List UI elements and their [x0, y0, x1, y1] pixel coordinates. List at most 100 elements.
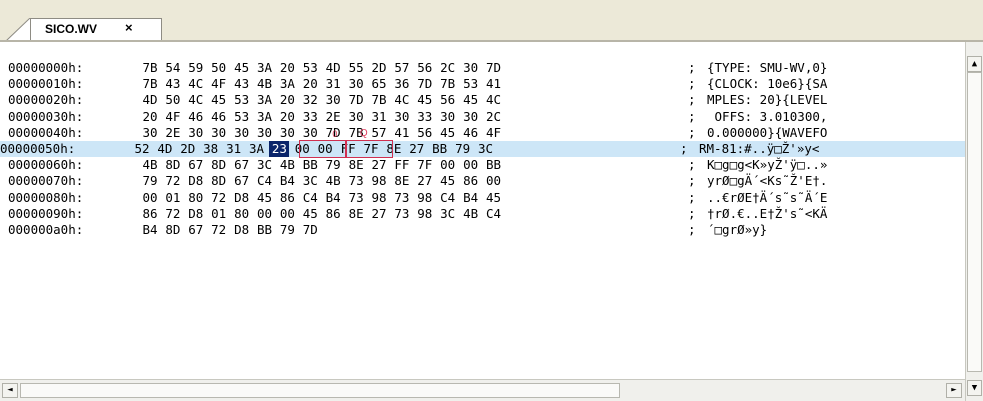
hex-byte[interactable]: 72: [163, 206, 183, 222]
hex-byte[interactable]: 3C: [476, 141, 496, 157]
hex-byte[interactable]: 3A: [255, 60, 275, 76]
hex-byte[interactable]: 53: [300, 60, 320, 76]
hex-byte[interactable]: 45: [461, 92, 481, 108]
hex-byte[interactable]: 86: [323, 206, 343, 222]
hex-byte[interactable]: 59: [186, 60, 206, 76]
hex-byte[interactable]: B4: [323, 190, 343, 206]
hex-byte[interactable]: D8: [232, 190, 252, 206]
ascii-text[interactable]: ´□grØ»y}: [707, 222, 767, 238]
hex-byte[interactable]: 2C: [438, 60, 458, 76]
hex-byte[interactable]: 8E: [346, 206, 366, 222]
ascii-text[interactable]: †rØ.€..E†Ž's˜<KÄ: [707, 206, 827, 222]
hex-byte[interactable]: 30: [346, 109, 366, 125]
hex-byte[interactable]: B4: [461, 190, 481, 206]
hex-byte[interactable]: 4F: [209, 76, 229, 92]
hex-byte[interactable]: 2D: [178, 141, 198, 157]
hex-byte[interactable]: 45: [209, 92, 229, 108]
hex-byte[interactable]: 4C: [484, 92, 504, 108]
hex-row[interactable]: 00000070h: 79 72 D8 8D 67 C4 B4 3C 4B 73 98 8E 27 45 86…: [8, 173, 965, 189]
hex-byte[interactable]: 2D: [369, 60, 389, 76]
hex-byte[interactable]: 30: [461, 109, 481, 125]
hex-byte[interactable]: 4B: [277, 157, 297, 173]
hex-byte[interactable]: BB: [255, 222, 275, 238]
scroll-right-button[interactable]: ►: [946, 383, 962, 398]
hex-byte[interactable]: 30: [346, 76, 366, 92]
hex-row[interactable]: 00000080h: 00 01 80 72 D8 45 86 C4 B4 73 98 73 98 C4 B4…: [8, 190, 965, 206]
hex-byte[interactable]: 00: [461, 157, 481, 173]
hex-byte[interactable]: 2C: [484, 109, 504, 125]
ascii-text[interactable]: OFFS: 3.010300,: [707, 109, 828, 125]
hex-row[interactable]: 00000000h: 7B 54 59 50 45 3A 20 53 4D 55 2D 57 56 2C 30…: [8, 60, 965, 76]
hex-byte[interactable]: 52: [132, 141, 152, 157]
hex-byte[interactable]: 57: [392, 60, 412, 76]
hex-byte[interactable]: 38: [201, 141, 221, 157]
hex-byte[interactable]: 7D: [300, 222, 320, 238]
hex-byte[interactable]: 7D: [415, 76, 435, 92]
ascii-text[interactable]: K□g□g<K»yŽ'ÿ□..»: [707, 157, 827, 173]
hex-byte[interactable]: 8D: [163, 222, 183, 238]
hex-byte[interactable]: 46: [186, 109, 206, 125]
hex-byte[interactable]: BB: [430, 141, 450, 157]
hex-byte[interactable]: 7B: [140, 60, 160, 76]
hex-byte[interactable]: 53: [461, 76, 481, 92]
hex-byte[interactable]: 86: [461, 173, 481, 189]
hex-byte[interactable]: 3A: [255, 92, 275, 108]
hex-byte[interactable]: 8E: [384, 141, 404, 157]
hex-byte[interactable]: 56: [415, 60, 435, 76]
hex-byte[interactable]: 67: [186, 222, 206, 238]
hex-byte[interactable]: 4D: [140, 92, 160, 108]
hex-byte[interactable]: 57: [369, 125, 389, 141]
hex-byte[interactable]: 20: [300, 76, 320, 92]
hex-byte[interactable]: 00: [140, 190, 160, 206]
hex-editor-view[interactable]: 00000000h: 7B 54 59 50 45 3A 20 53 4D 55 2D 57 56 2C 30…: [0, 42, 965, 379]
hex-byte[interactable]: 56: [438, 92, 458, 108]
hex-byte[interactable]: 72: [209, 190, 229, 206]
hex-byte[interactable]: 2E: [163, 125, 183, 141]
file-tab[interactable]: SICO.WV ×: [30, 18, 162, 41]
hex-byte[interactable]: 79: [140, 173, 160, 189]
hex-byte[interactable]: 53: [232, 92, 252, 108]
hex-row[interactable]: 00000030h: 20 4F 46 46 53 3A 20 33 2E 30 31 30 33 30 30…: [8, 109, 965, 125]
hex-byte[interactable]: 72: [163, 173, 183, 189]
hex-byte[interactable]: 45: [438, 125, 458, 141]
hex-byte[interactable]: 79: [453, 141, 473, 157]
hex-byte[interactable]: 33: [415, 109, 435, 125]
hex-byte[interactable]: 3A: [247, 141, 267, 157]
ascii-text[interactable]: 0.000000}{WAVEFO: [707, 125, 827, 141]
hex-byte[interactable]: 20: [140, 109, 160, 125]
hex-byte[interactable]: 46: [461, 125, 481, 141]
hex-byte[interactable]: 01: [163, 190, 183, 206]
hex-byte[interactable]: 30: [209, 125, 229, 141]
hex-byte[interactable]: 20: [277, 109, 297, 125]
hex-byte[interactable]: 7D: [346, 92, 366, 108]
hex-byte[interactable]: 53: [232, 109, 252, 125]
hex-byte[interactable]: FF: [338, 141, 358, 157]
hex-byte[interactable]: 73: [346, 173, 366, 189]
hex-byte[interactable]: 98: [415, 190, 435, 206]
hex-byte[interactable]: 67: [232, 173, 252, 189]
hex-byte[interactable]: 72: [209, 222, 229, 238]
hex-byte[interactable]: 4B: [255, 76, 275, 92]
hex-byte[interactable]: 80: [186, 190, 206, 206]
hex-byte[interactable]: 32: [300, 92, 320, 108]
vertical-scrollbar[interactable]: ▲ ▼: [965, 42, 983, 401]
hex-byte[interactable]: 4C: [392, 92, 412, 108]
hex-byte[interactable]: 73: [392, 206, 412, 222]
hex-byte[interactable]: 73: [392, 190, 412, 206]
hex-byte[interactable]: 55: [346, 60, 366, 76]
hex-byte[interactable]: 43: [163, 76, 183, 92]
hex-byte[interactable]: 30: [255, 125, 275, 141]
hex-byte[interactable]: C4: [484, 206, 504, 222]
hex-byte[interactable]: B4: [277, 173, 297, 189]
vertical-scroll-thumb[interactable]: [967, 72, 982, 372]
hex-byte[interactable]: 4C: [186, 92, 206, 108]
hex-byte[interactable]: 80: [232, 206, 252, 222]
hex-byte[interactable]: 33: [300, 109, 320, 125]
hex-byte[interactable]: D8: [186, 173, 206, 189]
hex-byte[interactable]: 8D: [209, 173, 229, 189]
hex-byte[interactable]: 98: [415, 206, 435, 222]
hex-row[interactable]: 00000020h: 4D 50 4C 45 53 3A 20 32 30 7D 7B 4C 45 56 45…: [8, 92, 965, 108]
hex-byte[interactable]: D8: [232, 222, 252, 238]
hex-byte[interactable]: 79: [323, 157, 343, 173]
hex-row[interactable]: 00000090h: 86 72 D8 01 80 00 00 45 86 8E 27 73 98 3C 4B…: [8, 206, 965, 222]
